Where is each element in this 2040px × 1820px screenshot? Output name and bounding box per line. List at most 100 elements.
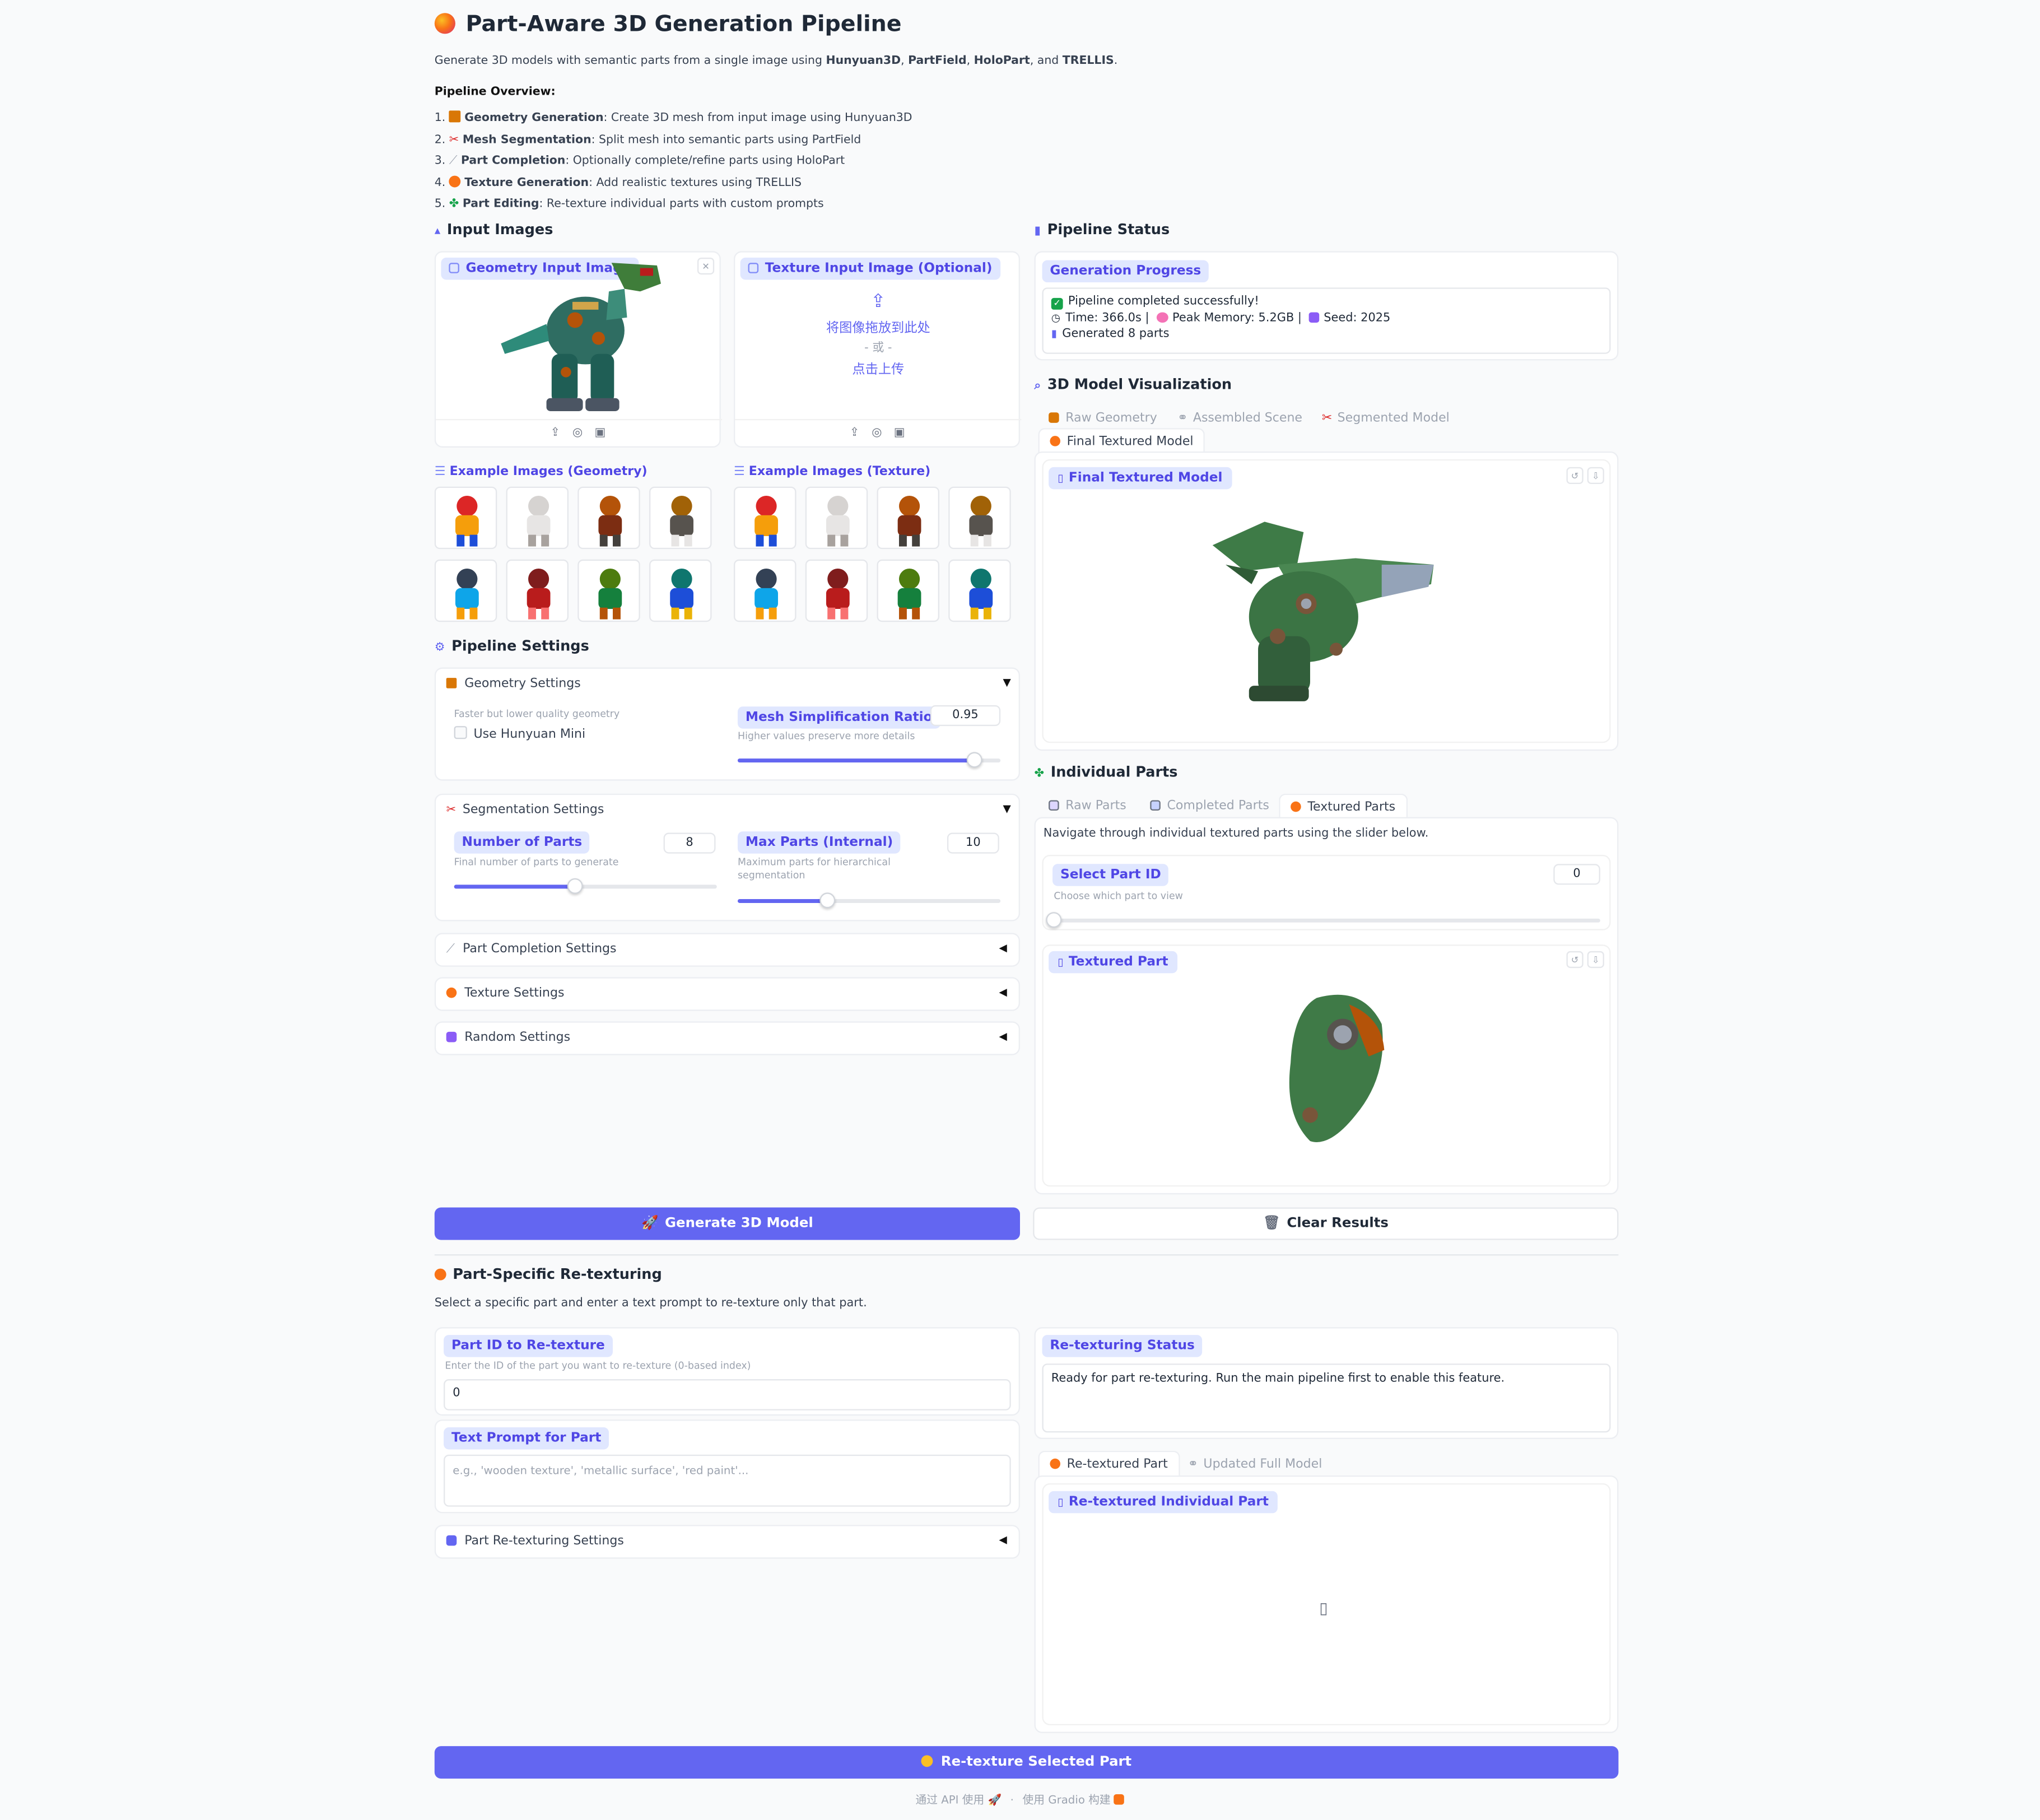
grid-icon: [446, 1535, 457, 1546]
trash-icon: 🗑: [1263, 1215, 1280, 1231]
parts-number-input[interactable]: 8: [663, 832, 716, 854]
example-thumbnail[interactable]: [649, 559, 712, 622]
texture-settings-accordion[interactable]: Texture Settings ◀: [434, 977, 1020, 1011]
intro-partfield: PartField: [908, 54, 967, 68]
status-textbox[interactable]: ✓ Pipeline completed successfully! ◷ Time:…: [1042, 287, 1611, 354]
tab-textured-parts[interactable]: Textured Parts: [1279, 793, 1408, 820]
ratio-number-input[interactable]: 0.95: [930, 705, 1001, 727]
slider-handle[interactable]: [966, 752, 982, 768]
example-thumbnail[interactable]: [805, 559, 868, 622]
example-thumbnail[interactable]: [434, 486, 497, 550]
tab-retextured-part[interactable]: Re-textured Part: [1038, 1450, 1180, 1477]
check-icon: ✓: [1051, 297, 1063, 310]
example-thumbnail[interactable]: [805, 486, 868, 550]
tab-raw-parts[interactable]: Raw Parts: [1049, 799, 1126, 813]
example-thumbnail[interactable]: [506, 486, 569, 550]
upload-area[interactable]: ⇪ 将图像拖放到此处 - 或 - 点击上传: [735, 291, 1021, 377]
ratio-info: Higher values preserve more details: [737, 730, 915, 742]
retexture-settings-accordion[interactable]: Part Re-texturing Settings ◀: [434, 1525, 1020, 1559]
textured-part-viewer[interactable]: ▯ Textured Part ↺ ⇩: [1042, 944, 1611, 1187]
upload-icon[interactable]: ⇪: [551, 427, 561, 440]
parts-heading: ✤ Individual Parts: [1034, 764, 1178, 781]
example-thumbnail[interactable]: [734, 486, 797, 550]
retexture-status-label: Re-texturing Status: [1042, 1335, 1203, 1357]
slider-handle[interactable]: [1046, 912, 1062, 928]
examples-texture-heading: ☰ Example Images (Texture): [734, 464, 931, 479]
tab-completed-parts[interactable]: Completed Parts: [1150, 799, 1269, 813]
example-thumbnail[interactable]: [877, 559, 939, 622]
retexture-button[interactable]: Re-texture Selected Part: [434, 1746, 1619, 1779]
example-thumbnail[interactable]: [506, 559, 569, 622]
checkbox-box[interactable]: [454, 726, 467, 739]
tab-final-textured-model[interactable]: Final Textured Model: [1038, 428, 1205, 454]
retextured-part-viewer[interactable]: ▯ Re-textured Individual Part ▯: [1042, 1483, 1611, 1725]
select-part-slider[interactable]: [1046, 912, 1600, 928]
empty-file-icon: ▯: [1319, 1599, 1328, 1618]
example-thumbnail[interactable]: [649, 486, 712, 550]
scissors-icon: ✂: [449, 133, 459, 147]
reset-view-icon[interactable]: ↺: [1566, 467, 1583, 485]
clipboard-icon[interactable]: ▣: [594, 427, 606, 440]
chart-icon: ▮: [1034, 225, 1041, 239]
rocket-icon: 🚀: [641, 1215, 659, 1231]
final-model-label: ▯ Final Textured Model: [1049, 467, 1232, 490]
select-part-number-input[interactable]: 0: [1553, 864, 1600, 885]
example-thumbnail[interactable]: [577, 486, 640, 550]
example-figure: [455, 495, 479, 547]
reset-view-icon[interactable]: ↺: [1566, 951, 1583, 969]
slider-handle[interactable]: [567, 878, 583, 894]
example-thumbnail[interactable]: [948, 486, 1011, 550]
example-thumbnail[interactable]: [877, 486, 939, 550]
viz-heading: ⌕ 3D Model Visualization: [1034, 376, 1232, 393]
example-thumbnail[interactable]: [434, 559, 497, 622]
clipboard-icon[interactable]: ▣: [894, 427, 905, 440]
intro-trellis: TRELLIS: [1062, 54, 1114, 68]
segmentation-settings-toggle[interactable]: ✂ Segmentation Settings ▼: [446, 803, 1011, 817]
geometry-image-input[interactable]: Geometry Input Image ✕ ⇪ ◎ ▣: [434, 251, 723, 448]
chevron-left-icon: ◀: [999, 1534, 1007, 1546]
parts-slider[interactable]: [454, 878, 717, 894]
retexture-status-panel: Re-texturing Status Ready for part re-te…: [1034, 1327, 1619, 1439]
texture-image-input[interactable]: Texture Input Image (Optional) ⇪ 将图像拖放到此…: [734, 251, 1022, 448]
webcam-icon[interactable]: ◎: [572, 427, 583, 440]
tab-raw-geometry[interactable]: Raw Geometry: [1049, 411, 1157, 426]
example-thumbnail[interactable]: [948, 559, 1011, 622]
webcam-icon[interactable]: ◎: [872, 427, 882, 440]
random-settings-accordion[interactable]: Random Settings ◀: [434, 1021, 1020, 1055]
retexture-status-textbox[interactable]: Ready for part re-texturing. Run the mai…: [1042, 1363, 1611, 1433]
text-prompt-input[interactable]: e.g., 'wooden texture', 'metallic surfac…: [444, 1454, 1011, 1507]
upload-icon[interactable]: ⇪: [850, 427, 860, 440]
use-mini-checkbox[interactable]: Use Hunyuan Mini: [454, 726, 585, 742]
geometry-settings-toggle[interactable]: Geometry Settings ▼: [446, 677, 1011, 691]
palette-icon: [434, 13, 455, 34]
ratio-slider[interactable]: [737, 752, 1001, 768]
example-thumbnail[interactable]: [734, 559, 797, 622]
step-item: 2. ✂ Mesh Segmentation: Split mesh into …: [434, 133, 861, 147]
tab-segmented-model[interactable]: ✂ Segmented Model: [1322, 411, 1450, 426]
image-icon: [748, 263, 759, 273]
part-id-input[interactable]: 0: [444, 1379, 1011, 1411]
box-icon: [1150, 800, 1161, 811]
max-parts-number-input[interactable]: 10: [947, 832, 999, 854]
clear-image-icon[interactable]: ✕: [697, 257, 715, 275]
image-toolbar: ⇪ ◎ ▣: [436, 418, 723, 448]
final-model-viewer[interactable]: ▯ Final Textured Model ↺ ⇩: [1034, 451, 1619, 751]
model-canvas[interactable]: ▯ Final Textured Model ↺ ⇩: [1042, 459, 1611, 743]
max-parts-slider[interactable]: [737, 892, 1001, 909]
part-completion-accordion[interactable]: ⟋ Part Completion Settings ◀: [434, 933, 1020, 967]
tab-updated-full-model[interactable]: ⚭ Updated Full Model: [1188, 1457, 1322, 1472]
slider-handle[interactable]: [819, 892, 835, 909]
puzzle-icon: ✤: [1034, 767, 1045, 781]
generate-button[interactable]: 🚀 Generate 3D Model: [434, 1207, 1020, 1240]
clear-results-button[interactable]: 🗑 Clear Results: [1033, 1207, 1619, 1240]
example-thumbnail[interactable]: [577, 559, 640, 622]
palette-icon: [1291, 801, 1301, 812]
box-icon: [1049, 800, 1059, 811]
download-icon[interactable]: ⇩: [1587, 467, 1604, 485]
api-link[interactable]: 通过 API 使用: [915, 1794, 984, 1807]
gradio-link[interactable]: 使用 Gradio 构建: [1023, 1794, 1111, 1807]
download-icon[interactable]: ⇩: [1587, 951, 1604, 969]
max-parts-info: Maximum parts for hierarchical segmentati…: [737, 856, 891, 881]
tab-assembled-scene[interactable]: ⚭ Assembled Scene: [1177, 411, 1302, 426]
puzzle-icon: ✤: [449, 198, 459, 211]
